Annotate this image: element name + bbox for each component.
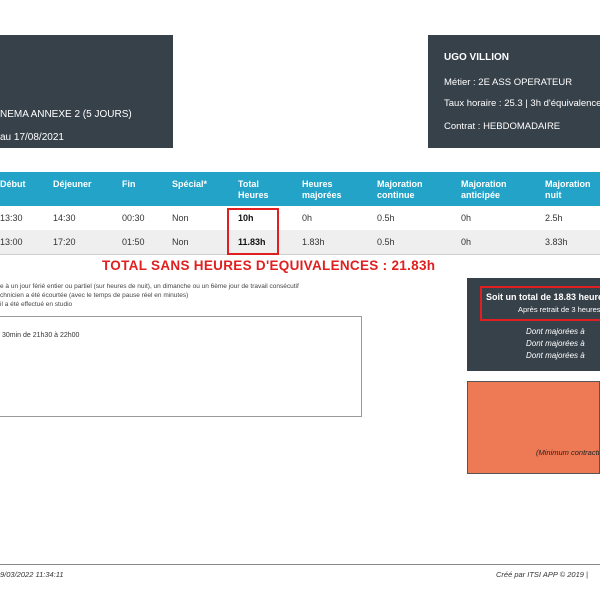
comment-box: 30min de 21h30 à 22h00 <box>0 316 362 417</box>
note-line: e à un jour férié entier ou partiel (sur… <box>0 283 299 290</box>
note-line: il a été effectué en studio <box>0 301 73 308</box>
summary-majorees-line: Dont majorées à <box>526 327 585 336</box>
comment-text: 30min de 21h30 à 22h00 <box>2 332 80 339</box>
summary-highlight-box <box>480 286 600 321</box>
cell-majoration-nuit: 2.5h <box>545 213 563 223</box>
cell-heures-majorees: 1.83h <box>302 237 325 247</box>
cell-dejeuner: 14:30 <box>53 213 76 223</box>
cell-debut: 13:00 <box>0 237 23 247</box>
summary-majorees-line: Dont majorées à <box>526 339 585 348</box>
column-header-majoration-anticipee: Majoration anticipée <box>461 179 507 200</box>
total-sans-equivalences: TOTAL SANS HEURES D'EQUIVALENCES : 21.83… <box>102 258 436 273</box>
cell-majoration-anticipee: 0h <box>461 237 472 247</box>
column-header-special: Spécial* <box>172 179 208 189</box>
employee-name: UGO VILLION <box>444 52 509 63</box>
total-highlight-box <box>227 208 279 255</box>
column-header-total: Total Heures <box>238 179 269 200</box>
footer-timestamp: 9/03/2022 11:34:11 <box>0 570 64 579</box>
column-header-dejeuner: Déjeuner <box>53 179 92 189</box>
cell-debut: 13:30 <box>0 213 23 223</box>
cell-dejeuner: 17:20 <box>53 237 76 247</box>
cell-majoration-continue: 0.5h <box>377 237 395 247</box>
summary-majorees-line: Dont majorées à <box>526 351 585 360</box>
production-dates: au 17/08/2021 <box>0 132 64 143</box>
cell-majoration-continue: 0.5h <box>377 213 395 223</box>
production-card: NEMA ANNEXE 2 (5 JOURS) au 17/08/2021 <box>0 35 173 148</box>
minimum-contractuel-card: (Minimum contractuel <box>467 381 600 474</box>
column-header-majoration-nuit: Majoration nuit <box>545 179 591 200</box>
column-header-heures-majorees: Heures majorées <box>302 179 342 200</box>
cell-fin: 00:30 <box>122 213 145 223</box>
table-row: 13:30 14:30 00:30 Non 10h 0h 0.5h 0h 2.5… <box>0 206 600 231</box>
footer-divider <box>0 564 600 565</box>
employee-taux: Taux horaire : 25.3 | 3h d'équivalence <box>444 98 600 109</box>
cell-majoration-nuit: 3.83h <box>545 237 568 247</box>
employee-card: UGO VILLION Métier : 2E ASS OPERATEUR Ta… <box>428 35 600 148</box>
table-header: Début Déjeuner Fin Spécial* Total Heures… <box>0 172 600 206</box>
cell-fin: 01:50 <box>122 237 145 247</box>
column-header-majoration-continue: Majoration continue <box>377 179 423 200</box>
cell-special: Non <box>172 237 189 247</box>
minimum-contractuel-text: (Minimum contractuel <box>536 448 599 457</box>
table-row: 13:00 17:20 01:50 Non 11.83h 1.83h 0.5h … <box>0 230 600 255</box>
column-header-fin: Fin <box>122 179 136 189</box>
cell-heures-majorees: 0h <box>302 213 313 223</box>
column-header-debut: Début <box>0 179 26 189</box>
footer-credit: Créé par ITSI APP © 2019 | <box>496 570 588 579</box>
employee-contrat: Contrat : HEBDOMADAIRE <box>444 121 561 132</box>
employee-metier: Métier : 2E ASS OPERATEUR <box>444 77 573 88</box>
cell-majoration-anticipee: 0h <box>461 213 472 223</box>
production-title: NEMA ANNEXE 2 (5 JOURS) <box>0 109 132 120</box>
cell-special: Non <box>172 213 189 223</box>
note-line: chnicien a été écourtée (avec le temps d… <box>0 292 189 299</box>
